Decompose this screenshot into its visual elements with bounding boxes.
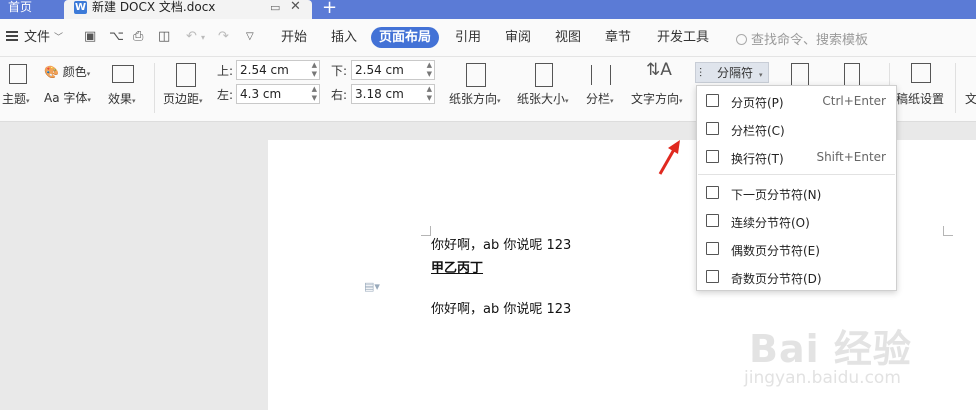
margin-right-input[interactable]: 3.18 cm ▲ ▼	[351, 84, 435, 104]
pin-icon[interactable]: ▭	[270, 1, 280, 14]
chevron-down-icon: ▾	[759, 71, 763, 79]
menu-divider	[698, 174, 895, 175]
palette-icon: 🎨	[44, 65, 59, 79]
manuscript-button[interactable]: 稿纸设置	[896, 92, 944, 106]
margin-left-input[interactable]: 4.3 cm ▲ ▼	[236, 84, 320, 104]
menu-developer[interactable]: 开发工具	[657, 29, 709, 47]
page-border-icon[interactable]	[844, 63, 860, 87]
margin-left-label: 左:	[217, 88, 234, 102]
menu-item-page-break[interactable]: 分页符(P) Ctrl+Enter	[697, 88, 896, 114]
margin-bottom-input[interactable]: 2.54 cm ▲ ▼	[351, 60, 435, 80]
page-break-icon	[706, 94, 719, 107]
paper-size-icon[interactable]	[535, 63, 553, 87]
red-annotation-arrow	[658, 140, 680, 175]
tab-page-layout[interactable]: 页面布局	[371, 27, 439, 48]
manuscript-icon[interactable]	[911, 63, 931, 83]
word-doc-icon: W	[74, 1, 87, 14]
menu-item-next-page-section[interactable]: 下一页分节符(N)	[697, 180, 896, 206]
line-numbers-icon[interactable]	[791, 63, 809, 87]
divider	[154, 63, 155, 113]
overflow-label: 文	[965, 92, 976, 106]
divider	[955, 63, 956, 113]
next-page-section-icon	[706, 186, 719, 199]
margin-corner-mark	[943, 226, 953, 236]
menu-insert[interactable]: 插入	[331, 29, 357, 47]
margin-top-label: 上:	[217, 64, 234, 78]
tab-home[interactable]: 首页	[0, 0, 56, 19]
colors-button[interactable]: 🎨 颜色▾	[44, 65, 90, 81]
print-preview-icon[interactable]: ◫	[158, 29, 170, 44]
menu-item-even-page-section[interactable]: 偶数页分节符(E)	[697, 236, 896, 262]
menu-file[interactable]: 文件	[24, 29, 50, 47]
close-tab-icon[interactable]: ✕	[290, 0, 301, 14]
undo-dropdown-icon[interactable]: ▾	[201, 33, 205, 42]
watermark-url: jingyan.baidu.com	[744, 368, 901, 388]
breaks-button[interactable]: ⫶ 分隔符 ▾	[695, 62, 769, 83]
effects-button[interactable]: 效果▾	[108, 92, 136, 108]
menu-item-line-break[interactable]: 换行符(T) Shift+Enter	[697, 144, 896, 170]
column-break-icon	[706, 122, 719, 135]
margins-button[interactable]: 页边距▾	[163, 92, 203, 108]
hamburger-icon[interactable]	[6, 31, 18, 41]
columns-button[interactable]: 分栏▾	[586, 92, 614, 108]
doc-paragraph-3[interactable]: 你好啊，ab 你说呢 123	[431, 302, 571, 318]
line-break-icon	[706, 150, 719, 163]
orientation-icon[interactable]	[466, 63, 486, 87]
menu-item-column-break[interactable]: 分栏符(C)	[697, 116, 896, 142]
redo-icon[interactable]: ↷	[218, 29, 229, 44]
command-search[interactable]: 查找命令、搜索模板	[736, 29, 868, 48]
menu-review[interactable]: 审阅	[505, 29, 531, 47]
doc-heading[interactable]: 甲乙丙丁	[431, 261, 483, 277]
breaks-icon: ⫶	[699, 66, 703, 80]
margin-bottom-label: 下:	[331, 64, 348, 78]
menu-start[interactable]: 开始	[281, 29, 307, 47]
tab-document[interactable]: W 新建 DOCX 文档.docx ▭ ✕	[64, 0, 312, 19]
format-painter-icon[interactable]: ⌥	[109, 29, 124, 44]
breaks-dropdown-menu: 分页符(P) Ctrl+Enter 分栏符(C) 换行符(T) Shift+En…	[696, 85, 897, 291]
text-direction-icon[interactable]: ⇅A	[646, 62, 672, 79]
window-tab-bar: 首页 W 新建 DOCX 文档.docx ▭ ✕ +	[0, 0, 976, 19]
menu-item-odd-page-section[interactable]: 奇数页分节符(D)	[697, 264, 896, 290]
search-placeholder: 查找命令、搜索模板	[751, 33, 869, 48]
doc-paragraph-1[interactable]: 你好啊，ab 你说呢 123	[431, 238, 571, 254]
odd-page-section-icon	[706, 270, 719, 283]
menu-view[interactable]: 视图	[555, 29, 581, 47]
theme-button[interactable]: 主题▾	[2, 92, 30, 108]
effects-icon[interactable]	[112, 65, 134, 83]
margin-right-label: 右:	[331, 88, 348, 102]
new-tab-button[interactable]: +	[322, 0, 337, 18]
continuous-section-icon	[706, 214, 719, 227]
document-tab-title: 新建 DOCX 文档.docx	[92, 0, 216, 14]
menu-item-continuous-section[interactable]: 连续分节符(O)	[697, 208, 896, 234]
orientation-button[interactable]: 纸张方向▾	[449, 92, 501, 108]
paper-size-button[interactable]: 纸张大小▾	[517, 92, 569, 108]
margin-corner-mark	[421, 226, 431, 236]
even-page-section-icon	[706, 242, 719, 255]
margins-icon[interactable]	[176, 63, 196, 87]
paragraph-handle-icon[interactable]: ▤▾	[364, 280, 380, 293]
theme-icon[interactable]	[9, 64, 27, 84]
undo-icon[interactable]: ↶	[186, 29, 197, 44]
chevron-down-icon[interactable]: ﹀	[54, 29, 63, 47]
customize-toolbar-icon[interactable]: ▽	[246, 31, 254, 42]
fonts-button[interactable]: Aa 字体▾	[44, 91, 91, 107]
margin-top-input[interactable]: 2.54 cm ▲ ▼	[236, 60, 320, 80]
breaks-label: 分隔符	[717, 66, 754, 80]
columns-icon[interactable]	[591, 65, 611, 85]
search-icon	[736, 34, 747, 45]
menu-chapter[interactable]: 章节	[605, 29, 631, 47]
font-aa-icon: Aa	[44, 91, 60, 105]
print-icon[interactable]: ⎙	[133, 29, 143, 44]
watermark-logo: Bai 经验	[749, 327, 912, 371]
menu-references[interactable]: 引用	[455, 29, 481, 47]
text-direction-button[interactable]: 文字方向▾	[631, 92, 683, 108]
save-icon[interactable]: ▣	[84, 29, 96, 44]
